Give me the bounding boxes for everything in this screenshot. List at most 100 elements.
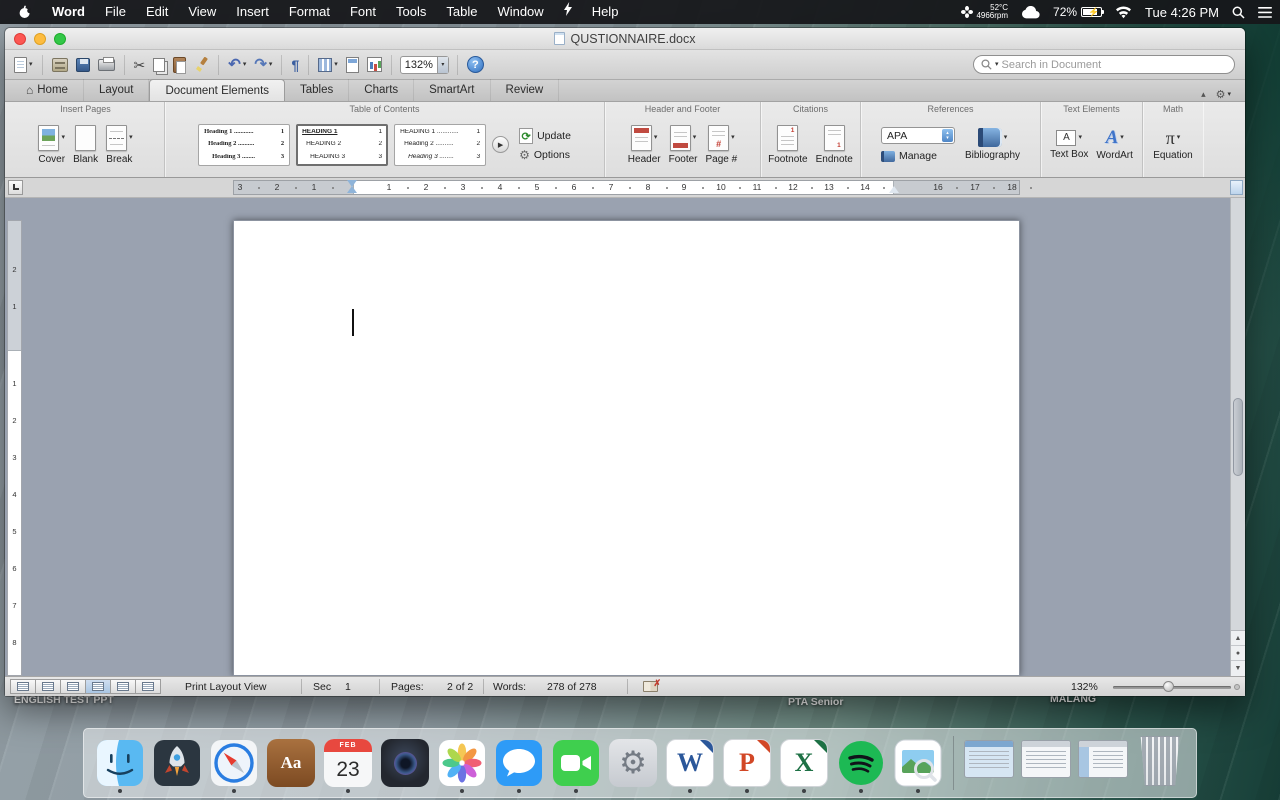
tab-smartart[interactable]: SmartArt <box>414 79 491 101</box>
apple-menu[interactable] <box>8 5 42 19</box>
browse-object-button[interactable]: ● <box>1231 646 1245 661</box>
draft-view-button[interactable] <box>10 679 36 694</box>
fan-status[interactable]: 52°C 4966rpm <box>961 3 1008 21</box>
page-number-button[interactable]: # ▾ Page # <box>706 124 737 165</box>
help-button[interactable]: ? <box>466 53 485 77</box>
search-field[interactable]: ▾ <box>973 55 1235 74</box>
scripts-menu-icon[interactable] <box>554 0 582 24</box>
desktop-file-label[interactable]: PTA Senior <box>788 696 843 708</box>
cloud-status-icon[interactable] <box>1021 5 1040 19</box>
minimize-button[interactable] <box>34 33 46 45</box>
wifi-icon[interactable] <box>1115 5 1132 19</box>
dock-safari[interactable] <box>208 733 260 793</box>
scroll-up-button[interactable]: ▲ <box>1231 631 1245 646</box>
dock-trash[interactable] <box>1134 733 1186 793</box>
dock-messages[interactable] <box>493 733 545 793</box>
notebook-layout-view-button[interactable] <box>110 679 136 694</box>
search-scope-dropdown-icon[interactable]: ▾ <box>995 61 999 68</box>
tab-tables[interactable]: Tables <box>285 79 350 101</box>
dock-minimized-window-3[interactable] <box>1077 733 1129 793</box>
menu-view[interactable]: View <box>178 0 226 24</box>
tab-review[interactable]: Review <box>491 79 560 101</box>
right-indent-marker[interactable] <box>889 186 899 193</box>
vertical-ruler[interactable]: 21123456789 <box>7 220 22 676</box>
wordart-button[interactable]: A ▾ WordArt <box>1096 128 1133 161</box>
dock-spotify[interactable] <box>835 733 887 793</box>
paste-button[interactable] <box>172 53 187 77</box>
dock-preview[interactable] <box>892 733 944 793</box>
menu-app[interactable]: Word <box>42 0 95 24</box>
words-value[interactable]: 278 of 278 <box>547 681 597 693</box>
dock-facetime[interactable] <box>550 733 602 793</box>
open-button[interactable] <box>51 53 69 77</box>
new-document-button[interactable]: ▾ <box>13 53 34 77</box>
document-page[interactable] <box>233 220 1020 676</box>
zoom-button[interactable] <box>54 33 66 45</box>
menu-table[interactable]: Table <box>436 0 487 24</box>
page-break-button[interactable]: ▾ Break <box>106 124 133 165</box>
menu-edit[interactable]: Edit <box>136 0 178 24</box>
dock-calendar[interactable]: FEB 23 <box>322 733 374 793</box>
bibliography-button[interactable]: ▾ Bibliography <box>965 128 1020 161</box>
menu-file[interactable]: File <box>95 0 136 24</box>
toc-style-1[interactable]: Heading 1 ............ 1 Heading 2 ......… <box>198 123 291 166</box>
pages-label[interactable]: Pages: <box>391 681 424 693</box>
columns-button[interactable]: ▾ <box>317 53 339 77</box>
toc-style-3[interactable]: HEADING 1 ............ 1 Heading 2 ......… <box>394 123 487 166</box>
menu-help[interactable]: Help <box>582 0 629 24</box>
collapse-ribbon-button[interactable]: ▴ <box>1201 89 1206 100</box>
format-painter-button[interactable] <box>193 53 210 77</box>
split-handle[interactable] <box>1230 180 1243 195</box>
header-button[interactable]: ▾ Header <box>628 124 661 165</box>
dock-finder[interactable] <box>94 733 146 793</box>
footnote-button[interactable]: 1 Footnote <box>768 124 808 165</box>
menu-window[interactable]: Window <box>487 0 553 24</box>
words-label[interactable]: Words: <box>493 681 526 693</box>
dock-minimized-window-2[interactable] <box>1020 733 1072 793</box>
scroll-down-button[interactable]: ▼ <box>1231 661 1245 676</box>
dock-photo-booth[interactable] <box>379 733 431 793</box>
menu-insert[interactable]: Insert <box>226 0 279 24</box>
left-indent-marker[interactable] <box>347 186 357 193</box>
dock-dictionary[interactable]: Aa <box>265 733 317 793</box>
battery-status[interactable]: 72% ⚡ <box>1053 5 1105 19</box>
pages-value[interactable]: 2 of 2 <box>447 681 473 693</box>
dock-launchpad[interactable] <box>151 733 203 793</box>
equation-button[interactable]: π ▾ Equation <box>1153 129 1192 161</box>
toc-style-2[interactable]: HEADING 11 HEADING 22 HEADING 33 <box>296 123 389 166</box>
outline-view-button[interactable] <box>35 679 61 694</box>
citation-style-select[interactable]: APA ▴ ▾ <box>880 127 955 144</box>
text-box-button[interactable]: A ▾ Text Box <box>1050 129 1088 160</box>
menu-bar-clock[interactable]: Tue 4:26 PM <box>1145 5 1219 20</box>
save-button[interactable] <box>75 53 91 77</box>
dock-minimized-window-1[interactable] <box>963 733 1015 793</box>
show-header-button[interactable] <box>345 53 360 77</box>
tab-charts[interactable]: Charts <box>349 79 415 101</box>
blank-page-button[interactable]: Blank <box>73 124 98 165</box>
document-proxy-icon[interactable] <box>554 32 566 45</box>
insert-chart-button[interactable] <box>366 53 383 77</box>
title-bar[interactable]: QUSTIONNAIRE.docx <box>5 28 1245 50</box>
cut-button[interactable]: ✂ <box>133 53 147 77</box>
close-button[interactable] <box>14 33 26 45</box>
print-layout-view-button[interactable] <box>85 679 111 694</box>
publishing-layout-view-button[interactable] <box>60 679 86 694</box>
print-button[interactable] <box>97 53 116 77</box>
menu-tools[interactable]: Tools <box>386 0 436 24</box>
zoom-slider-thumb[interactable] <box>1163 681 1174 692</box>
redo-button[interactable]: ↷ ▾ <box>253 53 273 77</box>
zoom-select[interactable]: 132% ▾ <box>399 55 449 74</box>
search-input[interactable] <box>1001 58 1227 71</box>
show-formatting-button[interactable]: ¶ <box>290 53 300 77</box>
ribbon-settings-button[interactable]: ⚙ ▾ <box>1216 88 1231 101</box>
menu-font[interactable]: Font <box>340 0 386 24</box>
toc-update-button[interactable]: ⟳ Update <box>519 128 571 144</box>
toc-options-button[interactable]: ⚙ Options <box>519 149 571 161</box>
manage-citations-button[interactable]: Manage <box>880 150 955 162</box>
dock-photos[interactable] <box>436 733 488 793</box>
dock-powerpoint[interactable]: P <box>721 733 773 793</box>
spotlight-icon[interactable] <box>1232 6 1245 19</box>
dock-word[interactable]: W <box>664 733 716 793</box>
section-value[interactable]: 1 <box>345 681 351 693</box>
tab-layout[interactable]: Layout <box>84 79 150 101</box>
